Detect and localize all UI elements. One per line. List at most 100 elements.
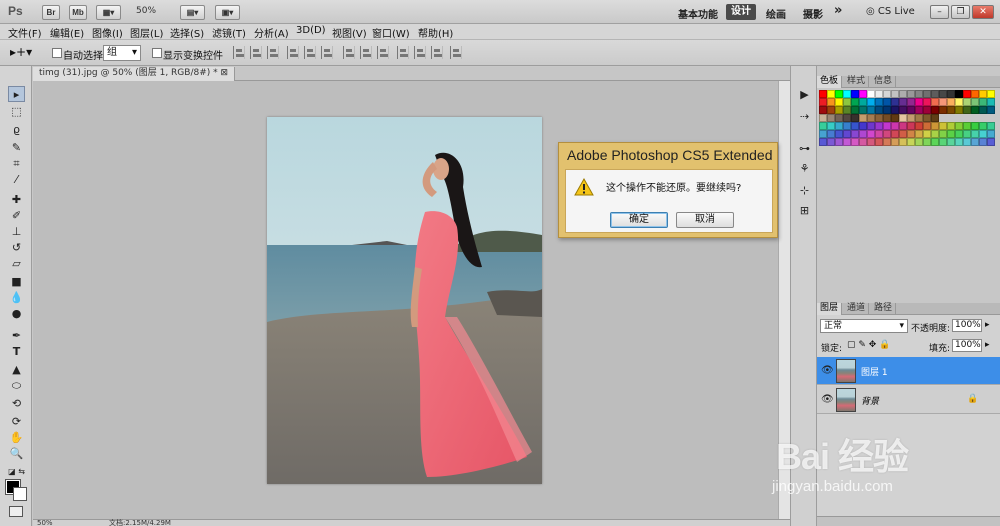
color-swatch[interactable] (827, 130, 835, 138)
color-swatch[interactable] (907, 130, 915, 138)
minimize-button[interactable]: – (930, 5, 949, 19)
arrange-documents-button[interactable]: ▤▾ (180, 5, 205, 20)
color-swatch[interactable] (915, 122, 923, 130)
color-swatch[interactable] (979, 90, 987, 98)
color-swatch[interactable] (891, 114, 899, 122)
clone-stamp-tool-icon[interactable]: ⊥ (8, 224, 25, 240)
color-swatch[interactable] (891, 90, 899, 98)
menu-file[interactable]: 文件(F) (8, 25, 42, 40)
3d-orbit-tool-icon[interactable]: ⟳ (8, 414, 25, 430)
adjustments-icon[interactable]: ⊶ (797, 142, 812, 156)
color-swatch[interactable] (955, 122, 963, 130)
status-zoom[interactable]: 50% (37, 520, 53, 526)
color-swatch[interactable] (899, 106, 907, 114)
color-swatch[interactable] (875, 90, 883, 98)
workspace-painting[interactable]: 绘画 (766, 6, 786, 21)
swatch-grid[interactable] (819, 90, 995, 152)
color-swatch[interactable] (947, 98, 955, 106)
color-swatch[interactable] (819, 138, 827, 146)
workspace-design[interactable]: 设计 (726, 4, 756, 20)
color-swatch[interactable] (827, 90, 835, 98)
type-tool-icon[interactable]: T (8, 344, 25, 360)
color-swatch[interactable] (867, 138, 875, 146)
lock-options-icon[interactable]: ▢ ✎ ✥ 🔒 (847, 340, 890, 350)
auto-align-layers-icon[interactable] (450, 46, 462, 59)
color-swatch[interactable] (899, 122, 907, 130)
color-swatch[interactable] (835, 138, 843, 146)
color-swatch[interactable] (827, 122, 835, 130)
color-swatch[interactable] (875, 106, 883, 114)
color-swatch[interactable] (891, 130, 899, 138)
ok-button[interactable]: 确定 (610, 212, 668, 228)
color-swatch[interactable] (843, 114, 851, 122)
color-swatch[interactable] (843, 138, 851, 146)
color-swatch[interactable] (827, 106, 835, 114)
color-swatch[interactable] (971, 130, 979, 138)
document-image[interactable] (267, 117, 542, 484)
color-swatch[interactable] (971, 122, 979, 130)
menu-help[interactable]: 帮助(H) (418, 25, 453, 40)
bridge-button[interactable]: Br (42, 5, 60, 20)
default-colors-icon[interactable]: ◪ ⇆ (8, 464, 25, 480)
color-swatch[interactable] (987, 90, 995, 98)
color-swatch[interactable] (939, 90, 947, 98)
color-swatch[interactable] (835, 130, 843, 138)
color-swatch[interactable] (899, 138, 907, 146)
color-swatch[interactable] (859, 122, 867, 130)
color-swatch[interactable] (819, 90, 827, 98)
close-tab-icon[interactable]: ⊠ (221, 68, 229, 78)
restore-button[interactable]: ❐ (951, 5, 970, 19)
color-swatch[interactable] (907, 98, 915, 106)
menu-filter[interactable]: 滤镜(T) (212, 25, 246, 40)
fill-arrow-icon[interactable]: ▸ (985, 340, 990, 350)
lasso-tool-icon[interactable]: ϱ (8, 122, 25, 138)
menu-select[interactable]: 选择(S) (170, 25, 204, 40)
color-swatch[interactable] (843, 130, 851, 138)
tab-layers[interactable]: 图层 (817, 303, 843, 315)
distribute-bottom-icon[interactable] (377, 46, 389, 59)
align-right-icon[interactable] (321, 46, 333, 59)
color-swatch[interactable] (939, 138, 947, 146)
workspace-essentials[interactable]: 基本功能 (678, 6, 718, 21)
color-swatch[interactable] (931, 122, 939, 130)
color-swatch[interactable] (955, 90, 963, 98)
color-swatch[interactable] (819, 114, 827, 122)
minibridge-button[interactable]: Mb (69, 5, 87, 20)
color-swatch[interactable] (835, 114, 843, 122)
auto-select-dropdown[interactable]: 组 ▾ (103, 45, 141, 61)
color-swatch[interactable] (987, 138, 995, 146)
gradient-tool-icon[interactable]: ■ (8, 274, 25, 290)
color-swatch[interactable] (907, 122, 915, 130)
color-swatch[interactable] (907, 90, 915, 98)
color-swatch[interactable] (859, 130, 867, 138)
auto-select-checkbox[interactable] (52, 48, 62, 58)
tab-paths[interactable]: 路径 (871, 303, 897, 315)
color-swatch[interactable] (939, 122, 947, 130)
color-swatch[interactable] (931, 138, 939, 146)
color-swatch[interactable] (883, 90, 891, 98)
color-swatch[interactable] (947, 130, 955, 138)
color-swatch[interactable] (987, 122, 995, 130)
hand-tool-icon[interactable]: ✋ (8, 430, 25, 446)
cancel-button[interactable]: 取消 (676, 212, 734, 228)
color-swatch[interactable] (835, 98, 843, 106)
healing-brush-tool-icon[interactable]: ✚ (8, 192, 25, 208)
color-swatch[interactable] (915, 138, 923, 146)
color-swatch[interactable] (827, 114, 835, 122)
color-swatch[interactable] (899, 90, 907, 98)
move-tool-preset-icon[interactable]: ▸+▾ (10, 45, 32, 59)
opacity-arrow-icon[interactable]: ▸ (985, 320, 990, 330)
color-swatch[interactable] (867, 90, 875, 98)
color-swatch[interactable] (947, 90, 955, 98)
color-swatch[interactable] (979, 122, 987, 130)
color-swatch[interactable] (899, 114, 907, 122)
color-swatch[interactable] (931, 114, 939, 122)
masks-icon[interactable]: ⚘ (797, 162, 812, 176)
eraser-tool-icon[interactable]: ▱ (8, 256, 25, 272)
color-swatch[interactable] (963, 106, 971, 114)
color-swatch[interactable] (851, 90, 859, 98)
color-swatch[interactable] (851, 106, 859, 114)
color-swatch[interactable] (859, 90, 867, 98)
menu-image[interactable]: 图像(I) (92, 25, 123, 40)
visibility-eye-icon[interactable]: 👁 (821, 365, 834, 376)
